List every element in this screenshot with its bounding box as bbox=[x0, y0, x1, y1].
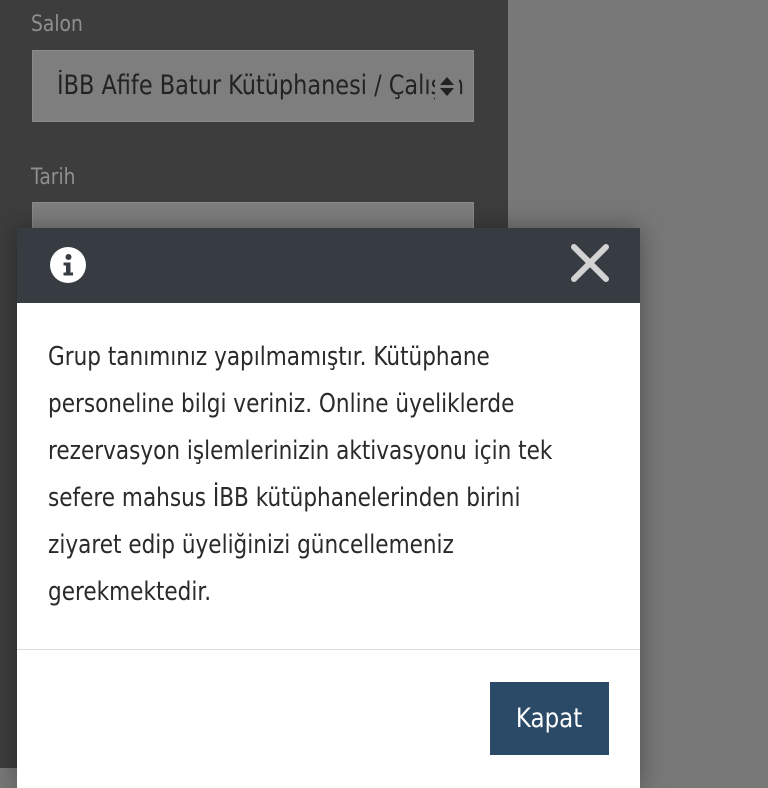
message-line: sefere mahsus İBB kütüphanelerinden biri… bbox=[48, 483, 521, 513]
info-dialog: Grup tanımınız yapılmamıştır. Kütüphane … bbox=[17, 228, 640, 788]
info-icon bbox=[50, 247, 86, 283]
message-line: Grup tanımınız yapılmamıştır. Kütüphane bbox=[48, 342, 490, 372]
message-line: personeline bilgi veriniz. Online üyelik… bbox=[48, 389, 515, 419]
kapat-button[interactable]: Kapat bbox=[490, 682, 609, 755]
message-line: gerekmektedir. bbox=[48, 577, 212, 607]
close-icon[interactable] bbox=[569, 242, 611, 284]
sort-arrows-icon bbox=[435, 71, 459, 103]
dialog-footer-divider bbox=[17, 649, 640, 650]
message-line: ziyaret edip üyeliğinizi güncellemeniz bbox=[48, 530, 454, 560]
dialog-message: Grup tanımınız yapılmamıştır. Kütüphane … bbox=[48, 334, 628, 616]
salon-label: Salon bbox=[31, 12, 83, 37]
kapat-button-label: Kapat bbox=[516, 703, 583, 734]
dialog-header bbox=[17, 228, 640, 303]
salon-select[interactable]: İBB Afife Batur Kütüphanesi / Çalışma Sa… bbox=[32, 50, 474, 122]
tarih-label: Tarih bbox=[31, 165, 76, 190]
message-line: rezervasyon işlemlerinizin aktivasyonu i… bbox=[48, 436, 553, 466]
salon-select-value: İBB Afife Batur Kütüphanesi / Çalışma Sa… bbox=[57, 70, 464, 101]
